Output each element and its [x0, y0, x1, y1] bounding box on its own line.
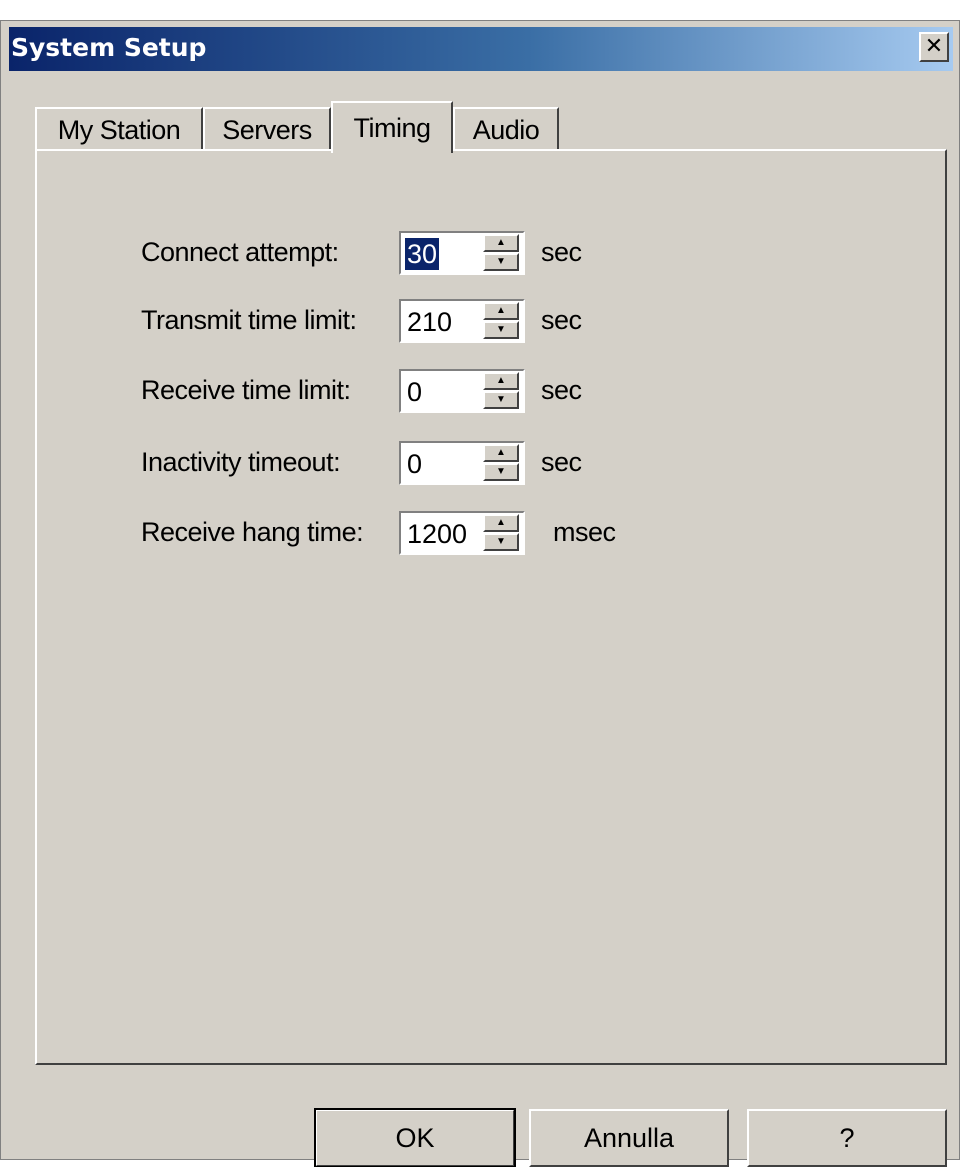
tab-label: Timing [353, 112, 431, 143]
field-row-receive-hang-time: Receive hang time: 1200 ▲ ▼ msec [37, 511, 937, 555]
field-unit: sec [541, 237, 582, 267]
tab-timing[interactable]: Timing [331, 101, 453, 153]
close-icon: ✕ [924, 34, 944, 59]
spinner-buttons: ▲ ▼ [481, 301, 523, 341]
up-arrow-icon: ▲ [496, 447, 506, 458]
field-unit: sec [541, 447, 582, 477]
receive-hang-time-spinbox[interactable]: 1200 ▲ ▼ [399, 511, 525, 555]
button-label: ? [839, 1122, 855, 1153]
spin-down-button[interactable]: ▼ [483, 253, 519, 271]
spin-up-button[interactable]: ▲ [483, 372, 519, 390]
spin-down-button[interactable]: ▼ [483, 391, 519, 409]
tab-audio[interactable]: Audio [453, 107, 559, 151]
spinner-buttons: ▲ ▼ [481, 371, 523, 411]
field-unit: msec [553, 517, 616, 547]
spin-up-button[interactable]: ▲ [483, 302, 519, 320]
tab-servers[interactable]: Servers [203, 107, 331, 151]
field-label: Receive time limit: [141, 375, 351, 405]
up-arrow-icon: ▲ [496, 517, 506, 528]
field-row-inactivity-timeout: Inactivity timeout: 0 ▲ ▼ sec [37, 441, 937, 485]
spin-up-button[interactable]: ▲ [483, 444, 519, 462]
transmit-time-limit-spinbox[interactable]: 210 ▲ ▼ [399, 299, 525, 343]
spin-down-button[interactable]: ▼ [483, 533, 519, 551]
field-unit: sec [541, 375, 582, 405]
receive-time-limit-spinbox[interactable]: 0 ▲ ▼ [399, 369, 525, 413]
button-label: Annulla [583, 1122, 675, 1153]
field-unit: sec [541, 305, 582, 335]
field-row-transmit-time-limit: Transmit time limit: 210 ▲ ▼ sec [37, 299, 937, 343]
timing-panel: Connect attempt: 30 ▲ ▼ sec Transmit tim… [35, 149, 947, 1065]
field-label: Connect attempt: [141, 237, 339, 267]
background-strip [0, 0, 960, 20]
close-button[interactable]: ✕ [919, 32, 949, 62]
tab-label: My Station [57, 114, 181, 145]
ok-button[interactable]: OK [314, 1108, 516, 1167]
spin-up-button[interactable]: ▲ [483, 514, 519, 532]
transmit-time-limit-input[interactable]: 210 [405, 306, 454, 338]
down-arrow-icon: ▼ [496, 394, 506, 405]
down-arrow-icon: ▼ [496, 256, 506, 267]
inactivity-timeout-spinbox[interactable]: 0 ▲ ▼ [399, 441, 525, 485]
down-arrow-icon: ▼ [496, 466, 506, 477]
connect-attempt-input[interactable]: 30 [405, 238, 440, 270]
up-arrow-icon: ▲ [496, 375, 506, 386]
window-title: System Setup [11, 33, 207, 62]
spin-up-button[interactable]: ▲ [483, 234, 519, 252]
button-label: OK [395, 1122, 435, 1153]
cancel-button[interactable]: Annulla [529, 1109, 729, 1167]
field-label: Receive hang time: [141, 517, 364, 547]
spinner-buttons: ▲ ▼ [481, 443, 523, 483]
tab-label: Audio [472, 114, 540, 145]
title-bar[interactable]: System Setup ✕ [9, 27, 953, 71]
receive-time-limit-input[interactable]: 0 [405, 376, 424, 408]
up-arrow-icon: ▲ [496, 237, 506, 248]
up-arrow-icon: ▲ [496, 305, 506, 316]
spinner-buttons: ▲ ▼ [481, 513, 523, 553]
spinner-buttons: ▲ ▼ [481, 233, 523, 273]
inactivity-timeout-input[interactable]: 0 [405, 448, 424, 480]
field-row-receive-time-limit: Receive time limit: 0 ▲ ▼ sec [37, 369, 937, 413]
field-label: Inactivity timeout: [141, 447, 341, 477]
field-label: Transmit time limit: [141, 305, 357, 335]
tab-my-station[interactable]: My Station [35, 107, 203, 151]
system-setup-dialog: System Setup ✕ My Station Servers Timing… [0, 20, 960, 1167]
spin-down-button[interactable]: ▼ [483, 463, 519, 481]
help-button[interactable]: ? [747, 1109, 947, 1167]
down-arrow-icon: ▼ [496, 536, 506, 547]
field-row-connect-attempt: Connect attempt: 30 ▲ ▼ sec [37, 231, 937, 275]
down-arrow-icon: ▼ [496, 324, 506, 335]
receive-hang-time-input[interactable]: 1200 [405, 518, 469, 550]
connect-attempt-spinbox[interactable]: 30 ▲ ▼ [399, 231, 525, 275]
tab-label: Servers [222, 114, 312, 145]
spin-down-button[interactable]: ▼ [483, 321, 519, 339]
